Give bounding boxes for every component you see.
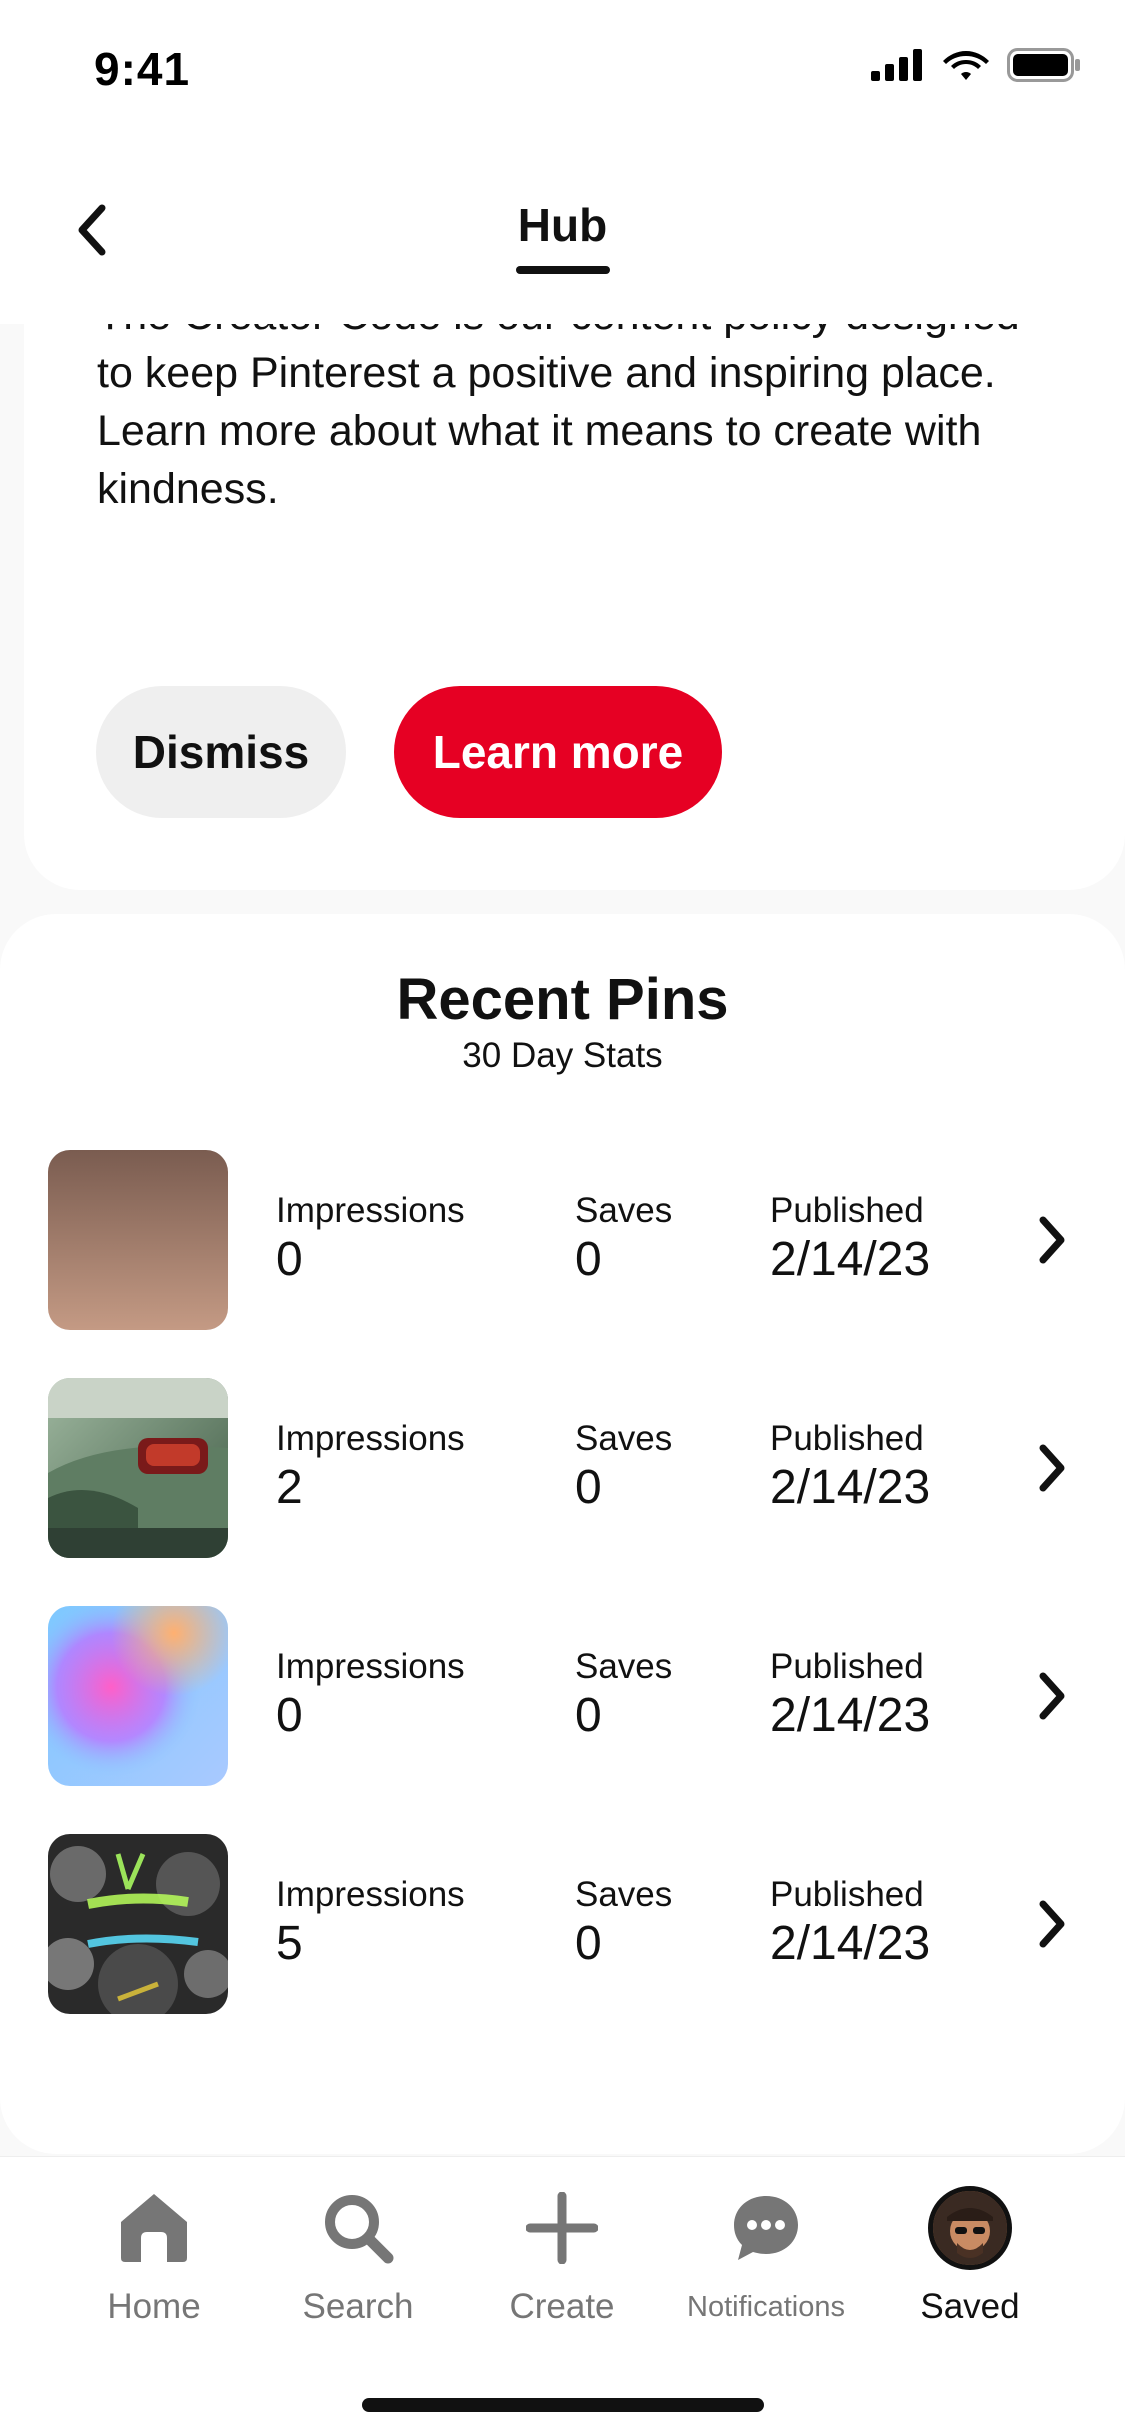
status-bar: 9:41 [0,0,1125,140]
pin-thumbnail [48,1606,228,1786]
nav-search[interactable]: Search [258,2177,458,2327]
pin-row[interactable]: Impressions 5 Saves 0 Published 2/14/23 [0,1834,1125,2014]
status-icons [871,48,1081,82]
saves-value: 0 [575,1461,602,1514]
search-icon [258,2185,458,2271]
saves-value: 0 [575,1917,602,1970]
published-stat: Published 2/14/23 [770,1874,930,1972]
saves-label: Saves [575,1191,673,1230]
title-underline [516,266,610,274]
nav-notifications[interactable]: Notifications [666,2177,866,2327]
saves-value: 0 [575,1233,602,1286]
plus-icon [462,2185,662,2271]
page-title: Hub [517,199,608,251]
pin-thumbnail [48,1378,228,1558]
chevron-right-icon[interactable] [1030,1438,1074,1498]
published-label: Published [770,1419,924,1458]
impressions-value: 0 [276,1233,303,1286]
pin-row[interactable]: Impressions 2 Saves 0 Published 2/14/23 [0,1378,1125,1558]
status-time: 9:41 [94,43,191,95]
nav-create[interactable]: Create [462,2177,662,2327]
recent-pins-title: Recent Pins [396,967,729,1032]
cellular-signal-icon [871,49,922,81]
saves-stat: Saves 0 [575,1874,672,1972]
saves-label: Saves [575,1875,673,1914]
published-label: Published [770,1191,924,1230]
header: Hub [0,140,1125,324]
wifi-icon [943,51,989,80]
saves-stat: Saves 0 [575,1418,672,1516]
saves-value: 0 [575,1689,602,1742]
bottom-nav: Home Search Create Notifications Saved [0,2156,1125,2436]
avatar [928,2186,1012,2270]
saves-label: Saves [575,1647,673,1686]
home-icon [54,2185,254,2271]
recent-pins-card: Recent Pins 30 Day Stats Impressions 0 S… [0,914,1125,2154]
recent-pins-subtitle: 30 Day Stats [462,1036,663,1075]
chevron-right-icon[interactable] [1030,1894,1074,1954]
chat-bubble-icon [666,2185,866,2271]
chevron-right-icon[interactable] [1030,1666,1074,1726]
home-indicator [362,2398,764,2412]
impressions-value: 0 [276,1689,303,1742]
impressions-value: 2 [276,1461,303,1514]
published-value: 2/14/23 [770,1689,931,1742]
published-value: 2/14/23 [770,1233,931,1286]
published-stat: Published 2/14/23 [770,1646,930,1744]
published-value: 2/14/23 [770,1917,931,1970]
impressions-label: Impressions [276,1419,465,1458]
impressions-label: Impressions [276,1191,465,1230]
nav-saved-label: Saved [920,2287,1020,2326]
published-stat: Published 2/14/23 [770,1190,930,1288]
impressions-label: Impressions [276,1647,465,1686]
pin-thumbnail [48,1834,228,2014]
dismiss-button[interactable]: Dismiss [96,686,346,818]
learn-more-button[interactable]: Learn more [394,686,722,818]
published-label: Published [770,1875,924,1914]
app-screen: The Creator Code is our content policy d… [0,0,1125,2436]
pin-thumbnail [48,1150,228,1330]
published-label: Published [770,1647,924,1686]
impressions-stat: Impressions 2 [276,1418,465,1516]
saves-stat: Saves 0 [575,1190,672,1288]
impressions-stat: Impressions 0 [276,1190,465,1288]
pin-row[interactable]: Impressions 0 Saves 0 Published 2/14/23 [0,1606,1125,1786]
nav-home[interactable]: Home [54,2177,254,2327]
battery-icon [1007,48,1080,82]
impressions-stat: Impressions 0 [276,1646,465,1744]
published-stat: Published 2/14/23 [770,1418,930,1516]
impressions-label: Impressions [276,1875,465,1914]
impressions-value: 5 [276,1917,303,1970]
chevron-right-icon[interactable] [1030,1210,1074,1270]
impressions-stat: Impressions 5 [276,1874,465,1972]
nav-saved[interactable]: Saved [870,2177,1070,2327]
published-value: 2/14/23 [770,1461,931,1514]
saves-stat: Saves 0 [575,1646,672,1744]
pin-row[interactable]: Impressions 0 Saves 0 Published 2/14/23 [0,1150,1125,1330]
saves-label: Saves [575,1419,673,1458]
